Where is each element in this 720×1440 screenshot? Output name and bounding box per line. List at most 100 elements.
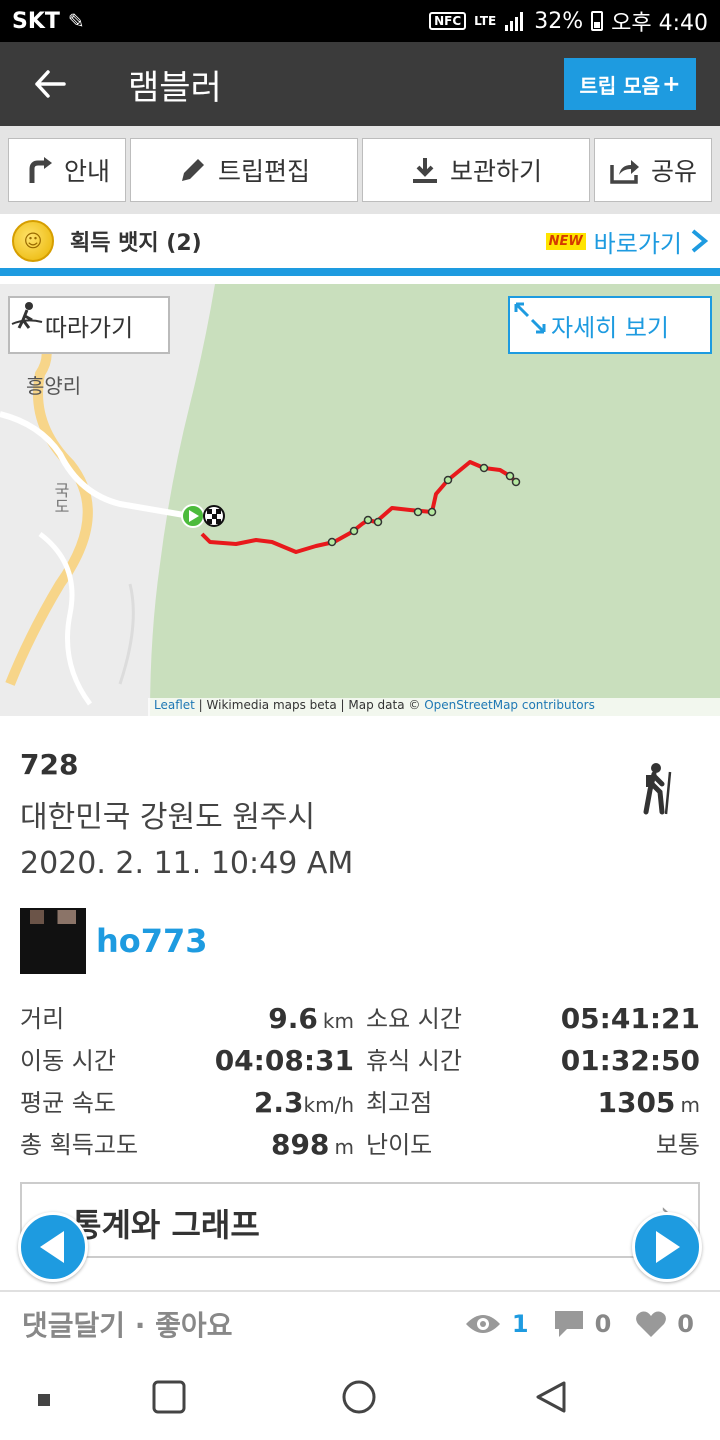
username-link[interactable]: ho773 bbox=[96, 922, 208, 960]
pencil-icon bbox=[181, 159, 204, 181]
trip-location: 대한민국 강원도 원주시 bbox=[20, 800, 316, 835]
elevation-gain-unit: m bbox=[334, 1135, 354, 1159]
status-bar: SKT ✎ NFC LTE 32% 오후 4:40 bbox=[0, 0, 720, 42]
overview-icon[interactable] bbox=[152, 1380, 186, 1414]
route-line bbox=[200, 460, 518, 554]
map-place-label: 흥양리 bbox=[26, 374, 82, 398]
start-marker-icon bbox=[181, 504, 205, 528]
carrier-label: SKT bbox=[12, 8, 60, 34]
share-icon bbox=[610, 160, 639, 184]
stat-row: 거리 9.6 km 소요 시간 05:41:21 bbox=[20, 1002, 700, 1044]
eye-icon bbox=[465, 1315, 500, 1333]
finish-flag-icon bbox=[203, 505, 225, 527]
route-map[interactable]: 따라가기 자세히 보기 흥양리 국도 Leaflet | Wikimedia m… bbox=[0, 284, 720, 716]
moving-time-value: 04:08:31 bbox=[214, 1044, 354, 1077]
plus-icon: + bbox=[662, 71, 681, 97]
follow-button[interactable]: 따라가기 bbox=[8, 296, 170, 354]
system-nav-bar bbox=[0, 1356, 720, 1440]
attribution-text: | Wikimedia maps beta | Map data © bbox=[194, 698, 425, 712]
distance-label: 거리 bbox=[20, 1005, 65, 1033]
goto-label: 바로가기 bbox=[593, 229, 682, 258]
elevation-gain-label: 총 획득고도 bbox=[20, 1131, 139, 1159]
avatar[interactable] bbox=[20, 908, 86, 974]
comment-like-link[interactable]: 댓글달기 · 좋아요 bbox=[22, 1304, 232, 1344]
max-altitude-label: 최고점 bbox=[366, 1089, 433, 1117]
stat-row: 이동 시간 04:08:31 휴식 시간 01:32:50 bbox=[20, 1044, 700, 1086]
new-tag: NEW bbox=[545, 232, 586, 250]
route-waypoints bbox=[327, 463, 521, 547]
distance-unit: km bbox=[322, 1009, 354, 1033]
trip-collection-label: 트립 모음 bbox=[579, 73, 661, 98]
share-button[interactable]: 공유 bbox=[594, 138, 712, 202]
elevation-gain-group: 898 m bbox=[271, 1128, 354, 1166]
trip-datetime: 2020. 2. 11. 10:49 AM bbox=[20, 846, 354, 881]
badge-label: 획득 뱃지 (2) bbox=[70, 231, 202, 256]
clock: 오후 4:40 bbox=[611, 11, 708, 36]
max-altitude-value: 1305 bbox=[597, 1086, 676, 1119]
detail-view-label: 자세히 보기 bbox=[550, 313, 670, 342]
osm-link[interactable]: OpenStreetMap contributors bbox=[424, 698, 595, 712]
guide-button[interactable]: 안내 bbox=[8, 138, 126, 202]
action-toolbar: 안내 트립편집 보관하기 공유 bbox=[0, 126, 720, 214]
map-road-label: 국도 bbox=[51, 482, 70, 514]
comment-icon bbox=[554, 1311, 583, 1337]
previous-trip-button[interactable] bbox=[18, 1212, 88, 1282]
difficulty-label: 난이도 bbox=[366, 1131, 433, 1159]
home-icon[interactable] bbox=[342, 1380, 376, 1414]
lte-icon: LTE bbox=[474, 14, 497, 28]
duration-label: 소요 시간 bbox=[366, 1005, 462, 1033]
elevation-gain-value: 898 bbox=[270, 1128, 330, 1161]
max-altitude-unit: m bbox=[680, 1093, 700, 1117]
comment-count: 0 bbox=[594, 1310, 612, 1338]
back-arrow-icon bbox=[35, 70, 66, 98]
follow-label: 따라가기 bbox=[44, 313, 134, 342]
back-button[interactable] bbox=[0, 42, 100, 126]
guide-label: 안내 bbox=[63, 157, 110, 186]
avg-speed-group: 2.3km/h bbox=[254, 1086, 354, 1124]
rest-time-value: 01:32:50 bbox=[560, 1044, 700, 1077]
play-right-icon bbox=[656, 1231, 680, 1263]
nfc-icon: NFC bbox=[429, 12, 467, 30]
status-right: NFC LTE 32% 오후 4:40 bbox=[429, 5, 708, 37]
stats-graph-button[interactable]: 통계와 그래프 › bbox=[20, 1182, 700, 1258]
trip-collection-button[interactable]: 트립 모음 + bbox=[564, 58, 696, 110]
avg-speed-value: 2.3 bbox=[253, 1086, 304, 1119]
expand-icon bbox=[514, 302, 546, 334]
social-counts: 1 0 0 bbox=[464, 1309, 694, 1339]
social-row: 댓글달기 · 좋아요 1 0 0 bbox=[0, 1292, 720, 1356]
save-button[interactable]: 보관하기 bbox=[362, 138, 590, 202]
recents-dot-icon[interactable] bbox=[38, 1394, 50, 1406]
back-icon[interactable] bbox=[534, 1380, 568, 1414]
save-label: 보관하기 bbox=[449, 157, 542, 186]
turn-arrow-icon bbox=[29, 157, 52, 183]
download-icon bbox=[412, 158, 437, 183]
stats-graph-label: 통계와 그래프 bbox=[72, 1206, 260, 1244]
map-attribution: Leaflet | Wikimedia maps beta | Map data… bbox=[148, 698, 720, 716]
app-title: 램블러 bbox=[128, 67, 222, 108]
next-trip-button[interactable] bbox=[632, 1212, 702, 1282]
feather-icon: ✎ bbox=[67, 9, 85, 33]
distance-value: 9.6 bbox=[268, 1002, 318, 1035]
max-altitude-group: 1305 m bbox=[597, 1086, 700, 1124]
detail-view-button[interactable]: 자세히 보기 bbox=[508, 296, 712, 354]
rest-time-label: 휴식 시간 bbox=[366, 1047, 462, 1075]
view-count: 1 bbox=[511, 1310, 529, 1338]
play-left-icon bbox=[40, 1231, 64, 1263]
app-bar: 램블러 트립 모음 + bbox=[0, 42, 720, 126]
edit-trip-label: 트립편집 bbox=[217, 157, 310, 186]
badge-row[interactable]: ☺ 획득 뱃지 (2) NEW 바로가기 bbox=[0, 214, 720, 276]
avg-speed-label: 평균 속도 bbox=[20, 1089, 116, 1117]
distance-value-group: 9.6 km bbox=[268, 1002, 354, 1040]
signal-icon bbox=[505, 12, 524, 31]
avg-speed-unit: km/h bbox=[303, 1093, 354, 1117]
moving-time-label: 이동 시간 bbox=[20, 1047, 116, 1075]
edit-trip-button[interactable]: 트립편집 bbox=[130, 138, 358, 202]
badge-medal-icon: ☺ bbox=[12, 220, 54, 262]
chevron-right-icon bbox=[691, 229, 708, 253]
like-count: 0 bbox=[677, 1310, 694, 1338]
goto-badges-link[interactable]: NEW 바로가기 bbox=[545, 224, 708, 259]
duration-value: 05:41:21 bbox=[560, 1002, 700, 1035]
leaflet-link[interactable]: Leaflet bbox=[154, 698, 195, 712]
difficulty-value: 보통 bbox=[655, 1131, 700, 1159]
hiker-sign-icon bbox=[11, 300, 43, 330]
